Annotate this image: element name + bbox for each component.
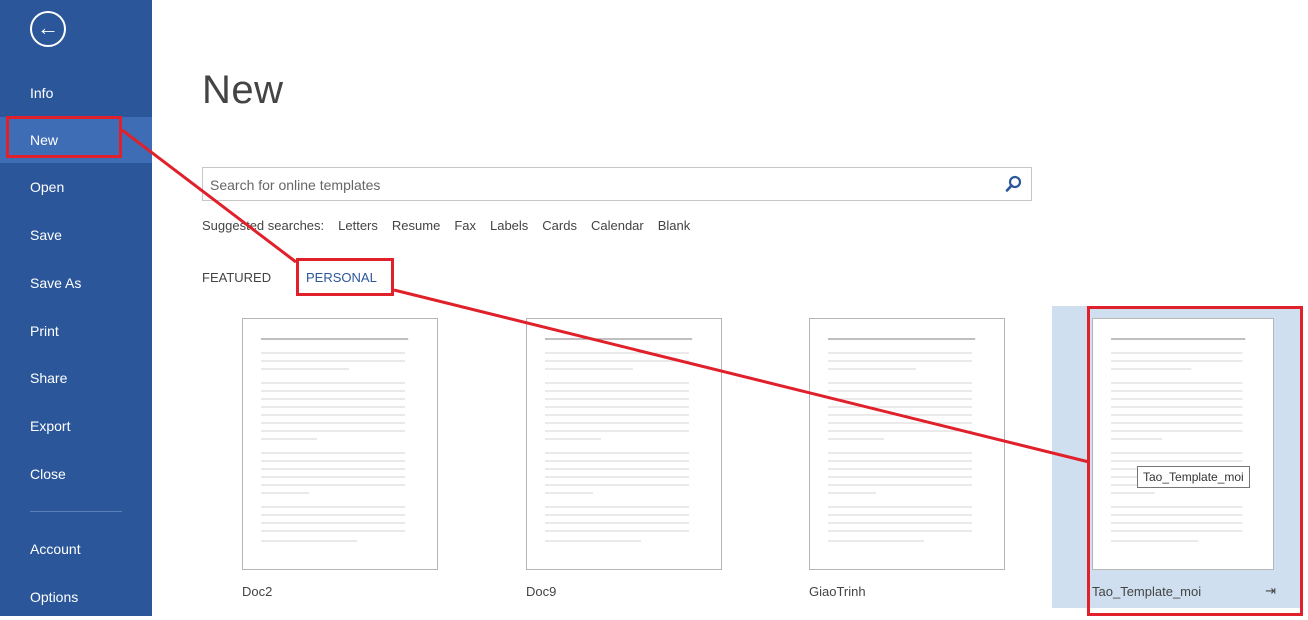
nav-item-print[interactable]: Print: [0, 308, 152, 354]
suggested-link-labels[interactable]: Labels: [490, 218, 528, 233]
annotation-box-personal: [296, 258, 394, 296]
sidebar-divider: [30, 511, 122, 512]
backstage-sidebar: ← Info New Open Save Save As Print Share…: [0, 0, 152, 616]
nav-item-export[interactable]: Export: [0, 403, 152, 449]
suggested-link-letters[interactable]: Letters: [338, 218, 378, 233]
nav-item-close[interactable]: Close: [0, 451, 152, 497]
page-title: New: [202, 68, 284, 112]
template-card-giaotrinh[interactable]: GiaoTrinh: [769, 306, 1005, 608]
suggested-searches: Suggested searches: Letters Resume Fax L…: [202, 218, 704, 233]
tab-featured[interactable]: FEATURED: [202, 270, 271, 285]
annotation-box-new: [6, 116, 122, 158]
suggested-link-resume[interactable]: Resume: [392, 218, 440, 233]
template-thumbnail: [242, 318, 438, 570]
nav-item-info[interactable]: Info: [0, 70, 152, 116]
nav-item-share[interactable]: Share: [0, 355, 152, 401]
nav-item-open[interactable]: Open: [0, 164, 152, 210]
template-search-box: [202, 167, 1032, 202]
template-card-doc9[interactable]: Doc9: [486, 306, 722, 608]
search-input[interactable]: [203, 168, 992, 202]
template-card-doc2[interactable]: Doc2: [202, 306, 438, 608]
nav-item-options[interactable]: Options: [0, 574, 152, 620]
template-thumbnail: [526, 318, 722, 570]
search-icon[interactable]: [1005, 175, 1023, 193]
suggested-searches-label: Suggested searches:: [202, 218, 325, 233]
suggested-link-cards[interactable]: Cards: [542, 218, 577, 233]
suggested-link-fax[interactable]: Fax: [454, 218, 476, 233]
template-name: Doc9: [526, 584, 557, 599]
template-thumbnail: [809, 318, 1005, 570]
nav-item-account[interactable]: Account: [0, 526, 152, 572]
template-name: Doc2: [242, 584, 273, 599]
annotation-box-template: [1087, 306, 1303, 616]
suggested-link-calendar[interactable]: Calendar: [591, 218, 644, 233]
suggested-link-blank[interactable]: Blank: [658, 218, 691, 233]
template-name: GiaoTrinh: [809, 584, 866, 599]
nav-item-save-as[interactable]: Save As: [0, 260, 152, 306]
back-arrow-icon[interactable]: ←: [30, 11, 66, 47]
nav-item-save[interactable]: Save: [0, 212, 152, 258]
